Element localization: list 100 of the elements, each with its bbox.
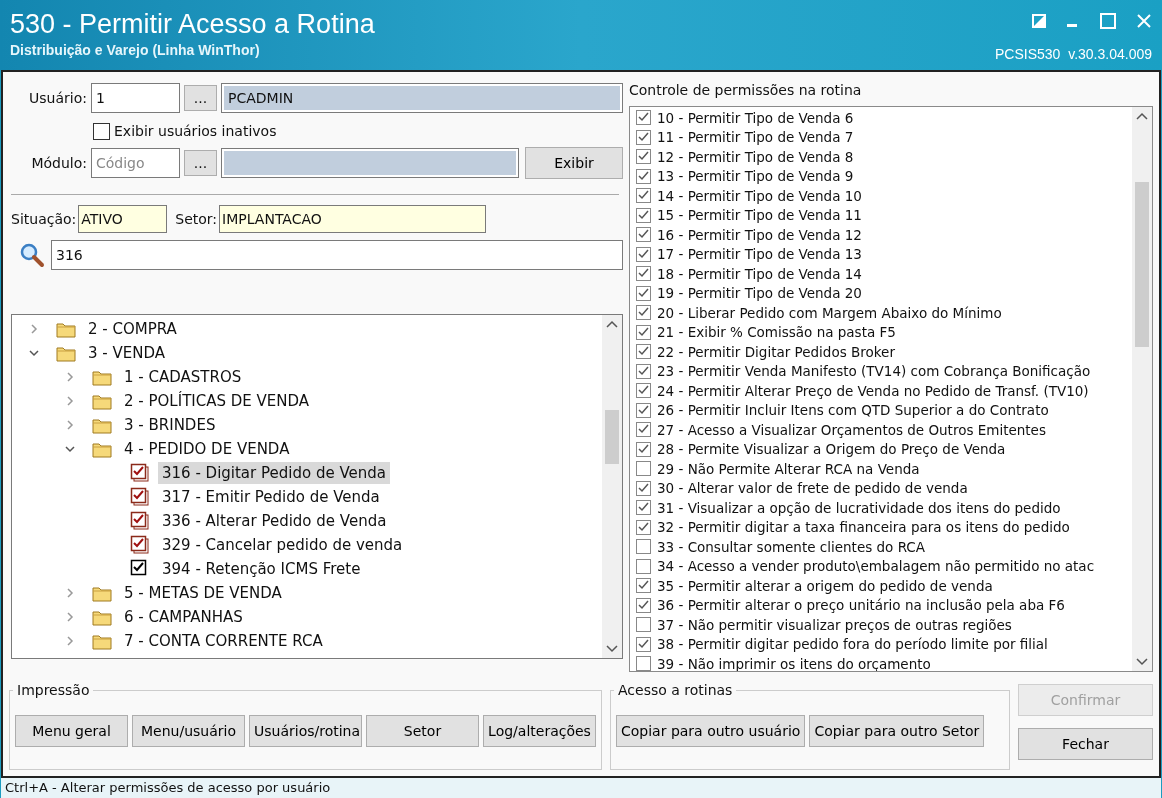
status-text: Ctrl+A - Alterar permissões de acesso por usuário xyxy=(5,779,331,798)
field-label: Usuário: xyxy=(28,88,87,108)
checkbox[interactable] xyxy=(636,129,651,145)
permission-label: 29 - Não Permite Alterar RCA na Venda xyxy=(657,459,920,479)
folder-icon xyxy=(92,416,112,434)
checkbox[interactable] xyxy=(130,463,150,483)
tree-item[interactable]: 2 - COMPRA xyxy=(84,317,181,341)
checkbox[interactable] xyxy=(636,383,651,399)
print-button[interactable]: Log/alterações xyxy=(483,715,596,747)
permission-label: 12 - Permitir Tipo de Venda 8 xyxy=(657,147,854,167)
checkbox[interactable] xyxy=(636,578,651,594)
permission-label: 26 - Permitir Incluir Itens com QTD Superior a do Contrato xyxy=(657,401,1049,421)
permission-label: 31 - Visualizar a opção de lucratividade dos itens do pedido xyxy=(657,498,1061,518)
checkbox[interactable] xyxy=(636,344,651,360)
section-title: Controle de permissões na rotina xyxy=(629,81,863,100)
chevron-right-icon[interactable] xyxy=(64,371,76,383)
checkbox[interactable] xyxy=(636,285,651,301)
scroll-thumb[interactable] xyxy=(605,410,619,464)
chevron-right-icon[interactable] xyxy=(64,611,76,623)
show-button[interactable]: Exibir xyxy=(525,147,623,179)
tree-item[interactable]: 336 - Alterar Pedido de Venda xyxy=(158,509,391,533)
user-name-field[interactable]: PCADMIN xyxy=(221,83,623,113)
print-button[interactable]: Setor xyxy=(366,715,479,747)
checkbox[interactable] xyxy=(636,519,651,535)
situation-field: ATIVO xyxy=(78,205,168,233)
checkbox[interactable] xyxy=(636,422,651,438)
checkbox[interactable] xyxy=(636,558,651,574)
checkbox[interactable] xyxy=(130,487,150,507)
scroll-thumb[interactable] xyxy=(1135,182,1149,347)
checkbox[interactable] xyxy=(636,461,651,477)
copy-button[interactable]: Copiar para outro Setor xyxy=(809,715,985,747)
checkbox[interactable] xyxy=(636,324,651,340)
lookup-button[interactable]: ... xyxy=(184,85,217,111)
scrollbar[interactable] xyxy=(1132,107,1152,671)
print-button[interactable]: Usuários/rotina xyxy=(249,715,362,747)
checkbox[interactable] xyxy=(636,246,651,262)
permission-label: 39 - Não imprimir os itens do orçamento xyxy=(657,654,931,671)
chevron-right-icon[interactable] xyxy=(64,395,76,407)
checkbox[interactable] xyxy=(636,539,651,555)
tree-item[interactable]: 316 - Digitar Pedido de Venda xyxy=(158,461,390,485)
checkbox[interactable] xyxy=(636,188,651,204)
checkbox[interactable] xyxy=(636,441,651,457)
tree-item[interactable]: 317 - Emitir Pedido de Venda xyxy=(158,485,384,509)
checkbox[interactable] xyxy=(130,511,150,531)
tree-item[interactable]: 7 - CONTA CORRENTE RCA xyxy=(120,629,327,653)
checkbox[interactable] xyxy=(636,480,651,496)
copy-button[interactable]: Copiar para outro usuário xyxy=(616,715,806,747)
checkbox[interactable] xyxy=(636,636,651,652)
chevron-right-icon[interactable] xyxy=(64,419,76,431)
tree-item[interactable]: 4 - PEDIDO DE VENDA xyxy=(120,437,294,461)
checkbox[interactable] xyxy=(636,597,651,613)
checkbox[interactable] xyxy=(636,500,651,516)
permission-label: 37 - Não permitir visualizar preços de outras regiões xyxy=(657,615,1012,635)
user-code-field[interactable]: 1 xyxy=(91,83,180,113)
search-field[interactable]: 316 xyxy=(51,240,623,270)
checkbox[interactable] xyxy=(636,149,651,165)
permission-label: 36 - Permitir alterar o preço unitário na inclusão pela aba F6 xyxy=(657,596,1065,616)
lookup-button[interactable]: ... xyxy=(184,150,217,176)
tree-item[interactable]: 5 - METAS DE VENDA xyxy=(120,581,286,605)
chevron-down-icon[interactable] xyxy=(28,347,40,359)
chevron-right-icon[interactable] xyxy=(64,587,76,599)
close-icon[interactable] xyxy=(1136,13,1152,29)
permission-label: 24 - Permitir Alterar Preço de Venda no Pedido de Transf. (TV10) xyxy=(657,381,1089,401)
chevron-right-icon[interactable] xyxy=(64,635,76,647)
tree-item[interactable]: 3 - VENDA xyxy=(84,341,169,365)
scrollbar[interactable] xyxy=(602,315,622,658)
checkbox[interactable] xyxy=(636,266,651,282)
checkbox[interactable] xyxy=(636,402,651,418)
permission-label: 23 - Permitir Venda Manifesto (TV14) com Cobrança Bonificação xyxy=(657,362,1091,382)
checkbox[interactable] xyxy=(636,207,651,223)
permission-label: 21 - Exibir % Comissão na pasta F5 xyxy=(657,323,896,343)
tree-item[interactable]: 329 - Cancelar pedido de venda xyxy=(158,533,407,557)
tree-item[interactable]: 3 - BRINDES xyxy=(120,413,220,437)
chevron-down-icon[interactable] xyxy=(64,443,76,455)
tree-item[interactable]: 6 - CAMPANHAS xyxy=(120,605,247,629)
tree-item[interactable]: 394 - Retenção ICMS Frete xyxy=(158,557,365,581)
tree-item[interactable]: 2 - POLÍTICAS DE VENDA xyxy=(120,389,314,413)
checkbox[interactable] xyxy=(636,110,651,126)
chevron-right-icon[interactable] xyxy=(28,323,40,335)
restore-icon[interactable] xyxy=(1032,14,1046,28)
permission-label: 32 - Permitir digitar a taxa financeira para os itens do pedido xyxy=(657,518,1070,538)
action-button[interactable]: Fechar xyxy=(1018,728,1153,760)
permission-label: 33 - Consultar somente clientes do RCA xyxy=(657,537,926,557)
permission-label: 18 - Permitir Tipo de Venda 14 xyxy=(657,264,862,284)
print-button[interactable]: Menu geral xyxy=(15,715,128,747)
tree-item[interactable]: 1 - CADASTROS xyxy=(120,365,246,389)
checkbox[interactable] xyxy=(130,535,150,555)
checkbox[interactable] xyxy=(636,617,651,633)
checkbox[interactable] xyxy=(636,363,651,379)
checkbox[interactable] xyxy=(636,227,651,243)
checkbox[interactable] xyxy=(93,122,110,140)
checkbox[interactable] xyxy=(636,656,651,671)
folder-icon xyxy=(56,320,76,338)
maximize-icon[interactable] xyxy=(1100,13,1116,29)
module-name-field[interactable] xyxy=(221,148,519,178)
checkbox[interactable] xyxy=(636,168,651,184)
module-code-field[interactable]: Código xyxy=(91,148,180,178)
print-button[interactable]: Menu/usuário xyxy=(132,715,245,747)
checkbox[interactable] xyxy=(636,305,651,321)
folder-icon xyxy=(92,368,112,386)
